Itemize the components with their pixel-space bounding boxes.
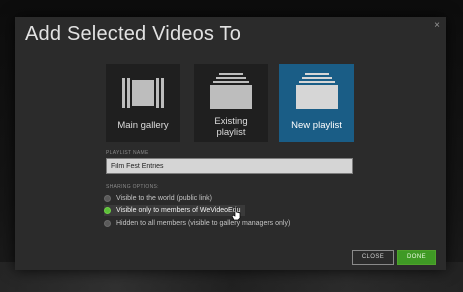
add-videos-dialog: Add Selected Videos To × Main gallery Ex… [15,17,446,270]
existing-playlist-label-line1: Existing [214,116,248,127]
existing-playlist-label-line2: playlist [216,127,246,138]
sharing-options-label: SHARING OPTIONS: [106,184,159,190]
film-strip-icon [122,78,164,108]
sharing-option-text: Hidden to all members (visible to galler… [116,220,291,227]
hand-cursor-icon [232,207,241,220]
playlist-name-label: PLAYLIST NAME [106,150,149,156]
dialog-title: Add Selected Videos To [25,23,242,45]
radio-button[interactable] [104,195,111,202]
sharing-option-text: Visible only to members of WeVideoEdu [116,207,241,214]
close-icon[interactable]: × [434,20,440,31]
sharing-option-members[interactable]: Visible only to members of WeVideoEdu [104,205,245,216]
playlist-name-input[interactable] [106,158,353,174]
sharing-option-hidden[interactable]: Hidden to all members (visible to galler… [104,218,290,229]
radio-button-checked[interactable] [104,207,111,214]
stacked-playlist-icon [210,73,252,109]
existing-playlist-option[interactable]: Existing playlist [194,64,268,142]
sharing-option-public[interactable]: Visible to the world (public link) [104,193,212,204]
main-gallery-label: Main gallery [117,120,169,131]
done-button[interactable]: DONE [397,250,436,265]
new-playlist-option[interactable]: New playlist [279,64,354,142]
radio-button[interactable] [104,220,111,227]
new-playlist-label: New playlist [291,120,342,131]
close-button[interactable]: CLOSE [352,250,394,265]
main-gallery-option[interactable]: Main gallery [106,64,180,142]
sharing-option-text: Visible to the world (public link) [116,195,212,202]
stacked-playlist-icon [296,73,338,109]
